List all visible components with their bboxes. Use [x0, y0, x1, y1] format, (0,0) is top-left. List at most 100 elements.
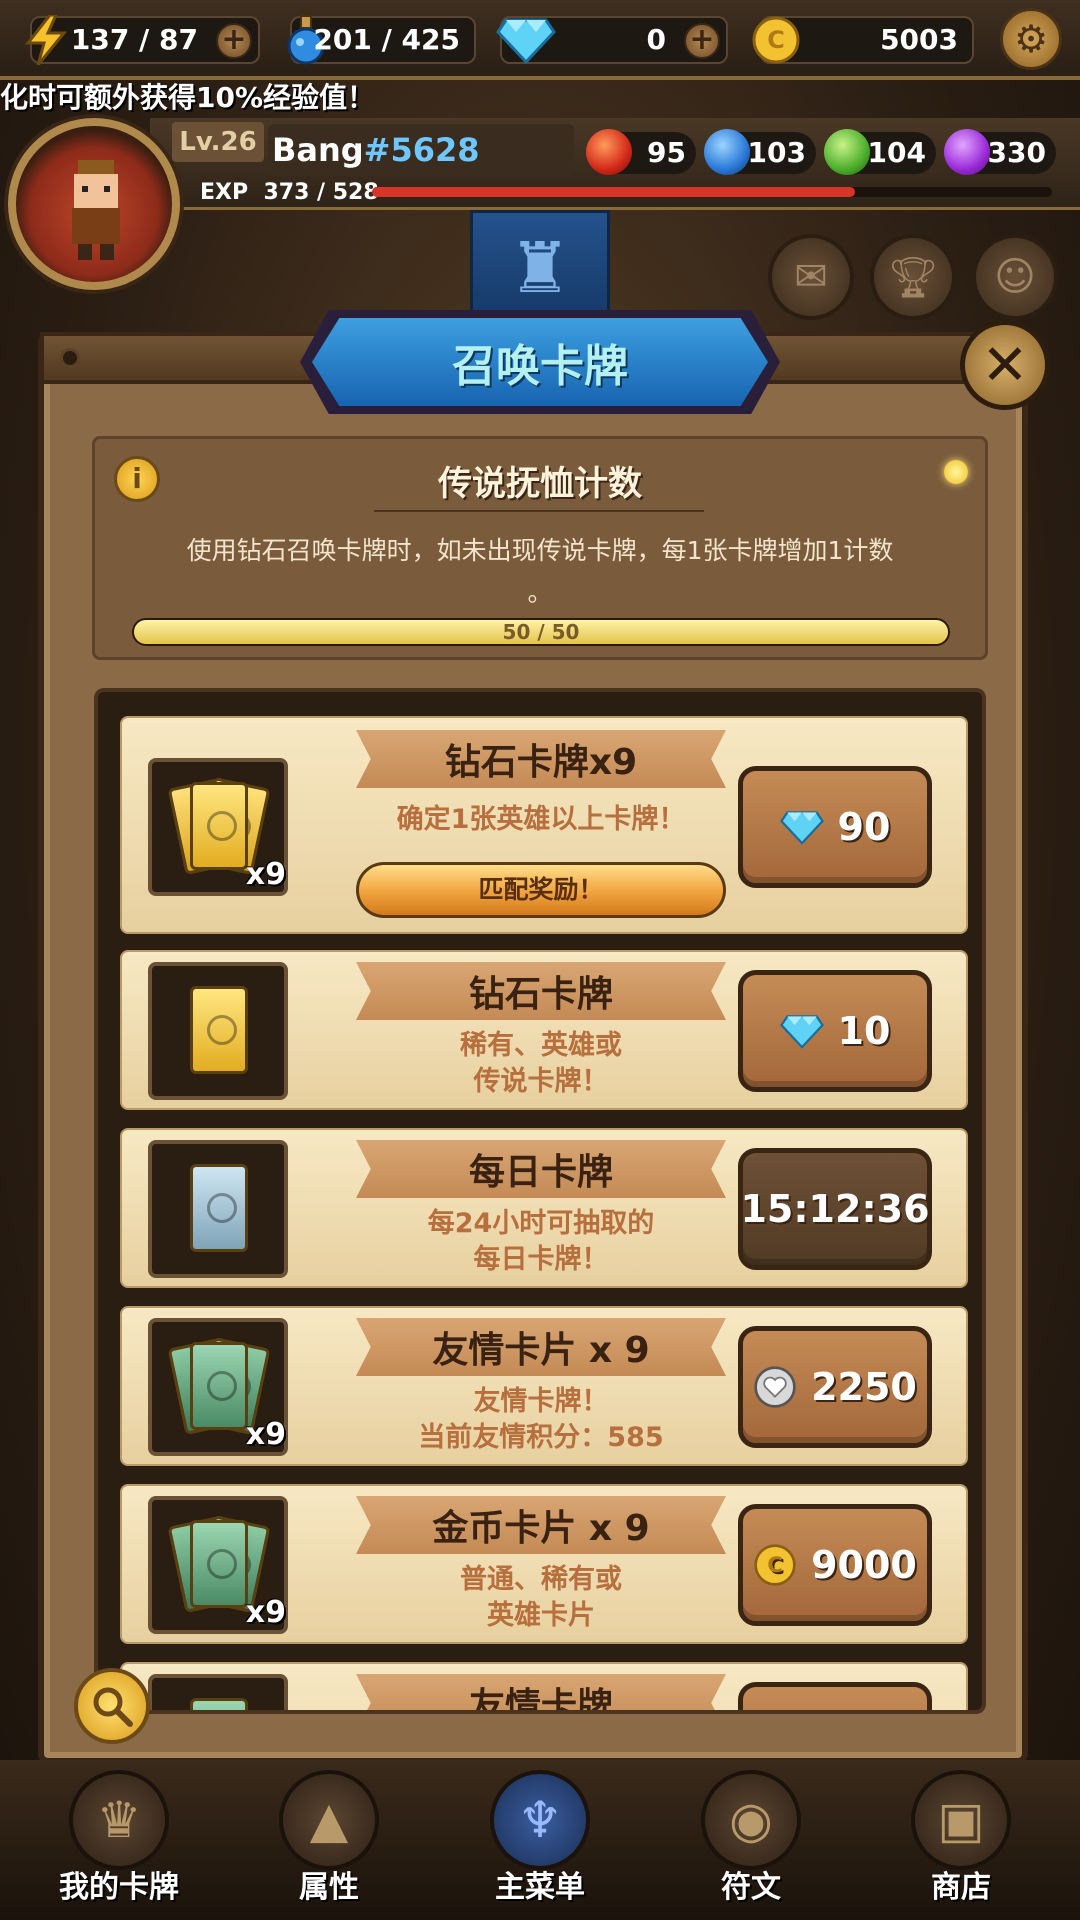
- gold-counter: C 5003: [752, 16, 974, 64]
- diamond-value: 0: [646, 23, 666, 56]
- fire-orb-icon: [586, 129, 632, 175]
- friends-icon[interactable]: ☺: [972, 234, 1058, 320]
- exp-value: 373 / 528: [263, 180, 379, 205]
- resource-bar: 137 / 87 + 201 / 425 0 + C 5003 ⚙: [0, 0, 1080, 80]
- emblem-icon: ♆: [490, 1770, 590, 1870]
- summon-gold-button[interactable]: C 9000: [738, 1504, 932, 1626]
- add-diamond-button[interactable]: +: [684, 23, 720, 59]
- energy-counter: 137 / 87 +: [24, 15, 260, 65]
- match-bonus-button[interactable]: 匹配奖励！: [356, 862, 726, 918]
- rivet: [60, 348, 80, 368]
- nature-value: 104: [867, 136, 926, 169]
- dark-essence: 330: [944, 129, 1056, 175]
- row-title: 钻石卡牌x9: [356, 730, 726, 788]
- row-desc-line2: 传说卡牌！: [473, 1066, 609, 1097]
- card-deck-icon: ♛: [69, 1770, 169, 1870]
- water-essence: 103: [704, 129, 816, 175]
- trophy-icon[interactable]: 🏆︎: [870, 234, 956, 320]
- card-front-icon: [190, 986, 248, 1074]
- row-title: 每日卡牌: [356, 1140, 726, 1198]
- close-button[interactable]: ✕: [960, 320, 1050, 410]
- search-icon[interactable]: [74, 1668, 150, 1744]
- row-description: 稀有、英雄或 传说卡牌！: [356, 1028, 726, 1100]
- row-description: 每24小时可抽取的 每日卡牌！: [356, 1206, 726, 1278]
- list-item-gold-card-x9: x9 金币卡片 x 9 普通、稀有或 英雄卡片 C 9000: [120, 1484, 968, 1644]
- row-desc-line1: 普通、稀有或: [460, 1564, 622, 1595]
- cost-value: 2250: [811, 1365, 917, 1409]
- summon-friendship-single-button[interactable]: [738, 1682, 932, 1710]
- ticker-text: 化时可额外获得10%经验值！: [0, 81, 376, 114]
- row-desc-line2: 当前友情积分：585: [418, 1422, 664, 1453]
- avatar[interactable]: [8, 118, 180, 290]
- card-thumbnail: x9: [148, 1496, 288, 1634]
- add-energy-button[interactable]: +: [216, 23, 252, 59]
- list-item-friendship-card: 友情卡牌: [120, 1662, 968, 1710]
- settings-gear-icon[interactable]: ⚙: [1000, 8, 1062, 70]
- row-desc-line2: 英雄卡片: [487, 1600, 595, 1631]
- fire-essence: 95: [586, 129, 696, 175]
- list-item-diamond-card-x9: x9 钻石卡牌x9 确定1张英雄以上卡牌！ 匹配奖励！ 90: [120, 716, 968, 934]
- fire-value: 95: [647, 136, 686, 169]
- nav-label: 我的卡牌: [59, 1870, 179, 1905]
- player-tag: #5628: [363, 131, 480, 169]
- gold-coin-icon: C: [753, 1543, 797, 1587]
- water-orb-icon: [704, 129, 750, 175]
- card-front-icon: [190, 782, 248, 870]
- row-title: 友情卡片 x 9: [356, 1318, 726, 1376]
- summon-friendship-button[interactable]: 2250: [738, 1326, 932, 1448]
- card-thumbnail: [148, 1140, 288, 1278]
- diamond-icon: [494, 12, 558, 68]
- summon-diamond-button[interactable]: 10: [738, 970, 932, 1092]
- row-title: 钻石卡牌: [356, 962, 726, 1020]
- nav-attributes[interactable]: ▲ 属性: [234, 1760, 424, 1920]
- diamond-counter: 0 +: [496, 16, 728, 64]
- row-desc-line1: 稀有、英雄或: [460, 1030, 622, 1061]
- player-level: Lv.26: [172, 122, 264, 162]
- cost-value: 10: [837, 1009, 891, 1053]
- nature-orb-icon: [824, 129, 870, 175]
- row-title: 金币卡片 x 9: [356, 1496, 726, 1554]
- svg-text:C: C: [767, 26, 785, 54]
- nav-runes[interactable]: ◉ 符文: [656, 1760, 846, 1920]
- pity-desc-line2: 。: [527, 578, 553, 607]
- nav-my-cards[interactable]: ♛ 我的卡牌: [24, 1760, 214, 1920]
- triangle-icon: ▲: [279, 1770, 379, 1870]
- summon-diamond-x9-button[interactable]: 90: [738, 766, 932, 888]
- row-desc-line1: 友情卡牌！: [473, 1386, 609, 1417]
- nature-essence: 104: [824, 129, 936, 175]
- card-front-icon: [190, 1164, 248, 1252]
- exp-text: EXP 373 / 528: [200, 180, 379, 205]
- friendship-coin-icon: [753, 1365, 797, 1409]
- nav-label: 主菜单: [495, 1870, 585, 1905]
- list-item-daily-card: 每日卡牌 每24小时可抽取的 每日卡牌！ 15:12:36: [120, 1128, 968, 1288]
- indicator-dot: [944, 460, 968, 484]
- nav-main-menu[interactable]: ♆ 主菜单: [445, 1760, 635, 1920]
- exp-bar-fill: [372, 187, 855, 197]
- row-description: 确定1张英雄以上卡牌！: [396, 804, 686, 835]
- pity-desc-line1: 使用钻石召唤卡牌时，如未出现传说卡牌，每1张卡牌增加1计数: [186, 536, 894, 565]
- card-list[interactable]: x9 钻石卡牌x9 确定1张英雄以上卡牌！ 匹配奖励！ 90 钻石卡牌 稀有、英…: [94, 688, 986, 1714]
- water-value: 103: [747, 136, 806, 169]
- info-icon[interactable]: i: [114, 456, 160, 502]
- count-badge: x9: [245, 857, 286, 892]
- row-title: 友情卡牌: [356, 1674, 726, 1710]
- nav-label: 符文: [721, 1870, 781, 1905]
- cost-value: 90: [837, 805, 891, 849]
- row-description: 友情卡牌！ 当前友情积分：585: [356, 1384, 726, 1456]
- card-thumbnail: x9: [148, 758, 288, 896]
- dark-value: 330: [987, 136, 1046, 169]
- nav-label: 商店: [931, 1870, 991, 1905]
- mail-icon[interactable]: ✉: [768, 234, 854, 320]
- pity-title: 传说抚恤计数: [438, 464, 642, 504]
- potion-counter: 201 / 425: [287, 15, 476, 65]
- diamond-icon: [779, 1009, 824, 1053]
- row-description: 普通、稀有或 英雄卡片: [356, 1562, 726, 1634]
- count-badge: x9: [245, 1595, 286, 1630]
- nav-shop[interactable]: ▣ 商店: [866, 1760, 1056, 1920]
- daily-timer-button[interactable]: 15:12:36: [738, 1148, 932, 1270]
- treasure-chest-icon: ▣: [911, 1770, 1011, 1870]
- exp-bar: [372, 187, 1052, 197]
- pity-progress-label: 50 / 50: [502, 620, 580, 644]
- svg-text:C: C: [767, 1552, 783, 1577]
- row-desc-line2: 每日卡牌！: [473, 1244, 609, 1275]
